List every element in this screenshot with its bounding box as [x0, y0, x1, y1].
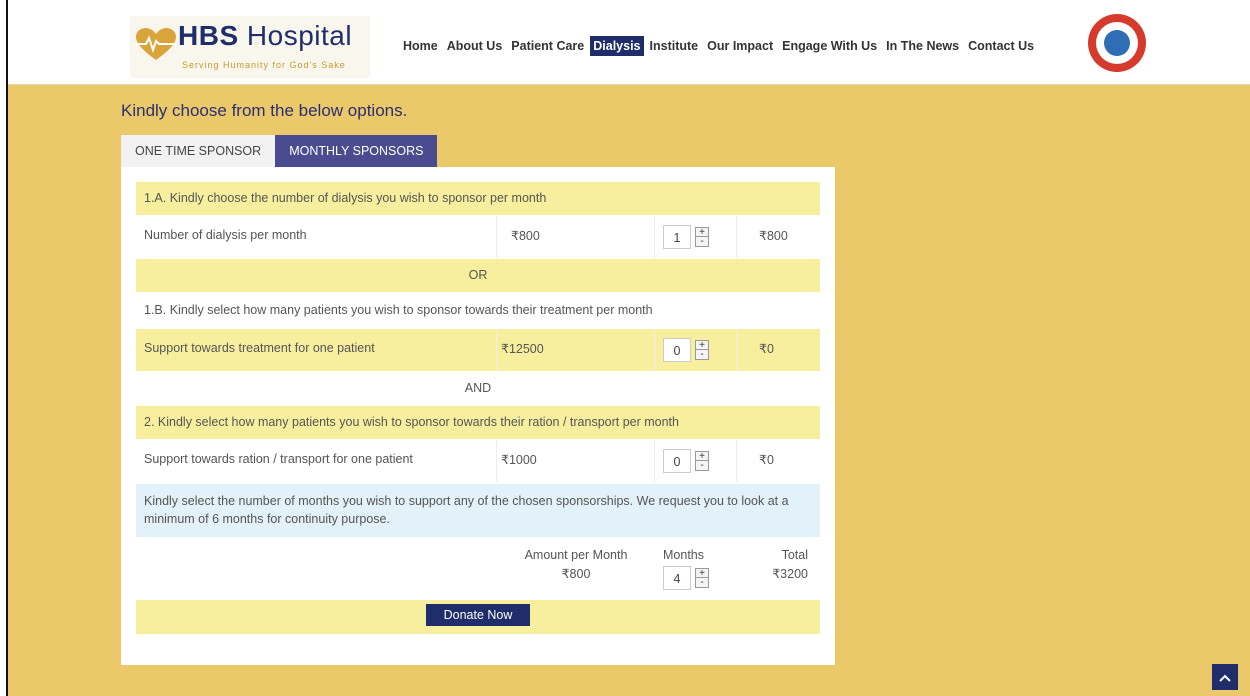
chevron-up-icon	[1219, 674, 1231, 683]
heart-logo-icon	[136, 28, 176, 60]
nav-our-impact[interactable]: Our Impact	[704, 36, 776, 56]
total-value: ₹3200	[772, 567, 808, 581]
treatment-total: ₹0	[759, 342, 774, 356]
dialysis-stepper: 1 + -	[663, 225, 709, 249]
scroll-to-top-button[interactable]	[1212, 664, 1238, 690]
dialysis-row: Number of dialysis per month ₹800 1 + - …	[136, 216, 820, 258]
nav-about-us[interactable]: About Us	[444, 36, 506, 56]
logo-name: HBS Hospital	[178, 20, 353, 51]
dialysis-minus-button[interactable]: -	[695, 237, 709, 247]
section-1a-header: 1.A. Kindly choose the number of dialysi…	[136, 182, 820, 215]
amount-per-month-value: ₹800	[561, 567, 591, 581]
months-note-text: Kindly select the number of months you w…	[144, 494, 789, 526]
page-heading: Kindly choose from the below options.	[121, 101, 408, 120]
dialysis-qty-input[interactable]: 1	[663, 225, 691, 249]
nav-engage-with-us[interactable]: Engage With Us	[779, 36, 880, 56]
ration-label: Support towards ration / transport for o…	[144, 452, 413, 466]
section-2-text: 2. Kindly select how many patients you w…	[144, 415, 679, 429]
dialysis-price: ₹800	[511, 229, 540, 243]
treatment-qty-input[interactable]: 0	[663, 338, 691, 362]
and-row: AND	[136, 372, 820, 405]
months-note-row: Kindly select the number of months you w…	[136, 484, 820, 537]
or-row: OR	[136, 259, 820, 292]
total-label: Total	[781, 548, 808, 562]
months-label: Months	[663, 548, 704, 562]
section-1a-text: 1.A. Kindly choose the number of dialysi…	[144, 191, 547, 205]
treatment-price: ₹12500	[501, 342, 544, 356]
window-edge	[0, 0, 8, 696]
tab-one-time-sponsor[interactable]: ONE TIME SPONSOR	[121, 135, 276, 167]
nav-institute[interactable]: Institute	[647, 36, 702, 56]
section-1b-header: 1.B. Kindly select how many patients you…	[136, 293, 820, 328]
ration-row: Support towards ration / transport for o…	[136, 440, 820, 482]
nav-contact-us[interactable]: Contact Us	[965, 36, 1037, 56]
nav-home[interactable]: Home	[400, 36, 441, 56]
months-minus-button[interactable]: -	[695, 578, 709, 588]
ration-price: ₹1000	[501, 453, 537, 467]
months-qty-input[interactable]: 4	[663, 566, 691, 590]
or-text: OR	[468, 268, 488, 282]
months-stepper: 4 + -	[663, 566, 709, 590]
dialysis-total: ₹800	[759, 229, 788, 243]
summary-row: Amount per Month ₹800 Months 4 + - Total…	[136, 539, 820, 597]
main-menu: Home About Us Patient Care Dialysis Inst…	[400, 36, 1040, 56]
window-top-edge	[8, 0, 1250, 8]
section-1b-text: 1.B. Kindly select how many patients you…	[144, 303, 653, 317]
nabh-badge-icon: NABH	[1088, 14, 1146, 72]
section-2-header: 2. Kindly select how many patients you w…	[136, 406, 820, 439]
ration-total: ₹0	[759, 453, 774, 467]
hospital-logo[interactable]: HBS Hospital Serving Humanity for God's …	[130, 16, 370, 78]
dialysis-label: Number of dialysis per month	[144, 228, 307, 242]
ration-stepper: 0 + -	[663, 449, 709, 473]
site-header: HBS Hospital Serving Humanity for God's …	[8, 8, 1250, 85]
nav-in-the-news[interactable]: In The News	[883, 36, 962, 56]
nav-dialysis[interactable]: Dialysis	[590, 36, 644, 56]
ration-minus-button[interactable]: -	[695, 461, 709, 471]
treatment-row: Support towards treatment for one patien…	[136, 329, 820, 371]
tab-monthly-sponsors[interactable]: MONTHLY SPONSORS	[275, 135, 438, 167]
amount-per-month-label: Amount per Month	[524, 548, 628, 562]
ration-qty-input[interactable]: 0	[663, 449, 691, 473]
and-text: AND	[464, 381, 492, 395]
donate-row: Donate Now	[136, 600, 820, 634]
treatment-stepper: 0 + -	[663, 338, 709, 362]
logo-tagline: Serving Humanity for God's Sake	[182, 60, 346, 70]
sponsor-form-panel: 1.A. Kindly choose the number of dialysi…	[121, 167, 835, 665]
donate-now-button[interactable]: Donate Now	[426, 604, 530, 626]
nav-patient-care[interactable]: Patient Care	[508, 36, 587, 56]
treatment-label: Support towards treatment for one patien…	[144, 341, 375, 355]
treatment-minus-button[interactable]: -	[695, 350, 709, 360]
sponsor-tabs: ONE TIME SPONSOR MONTHLY SPONSORS	[121, 135, 438, 167]
